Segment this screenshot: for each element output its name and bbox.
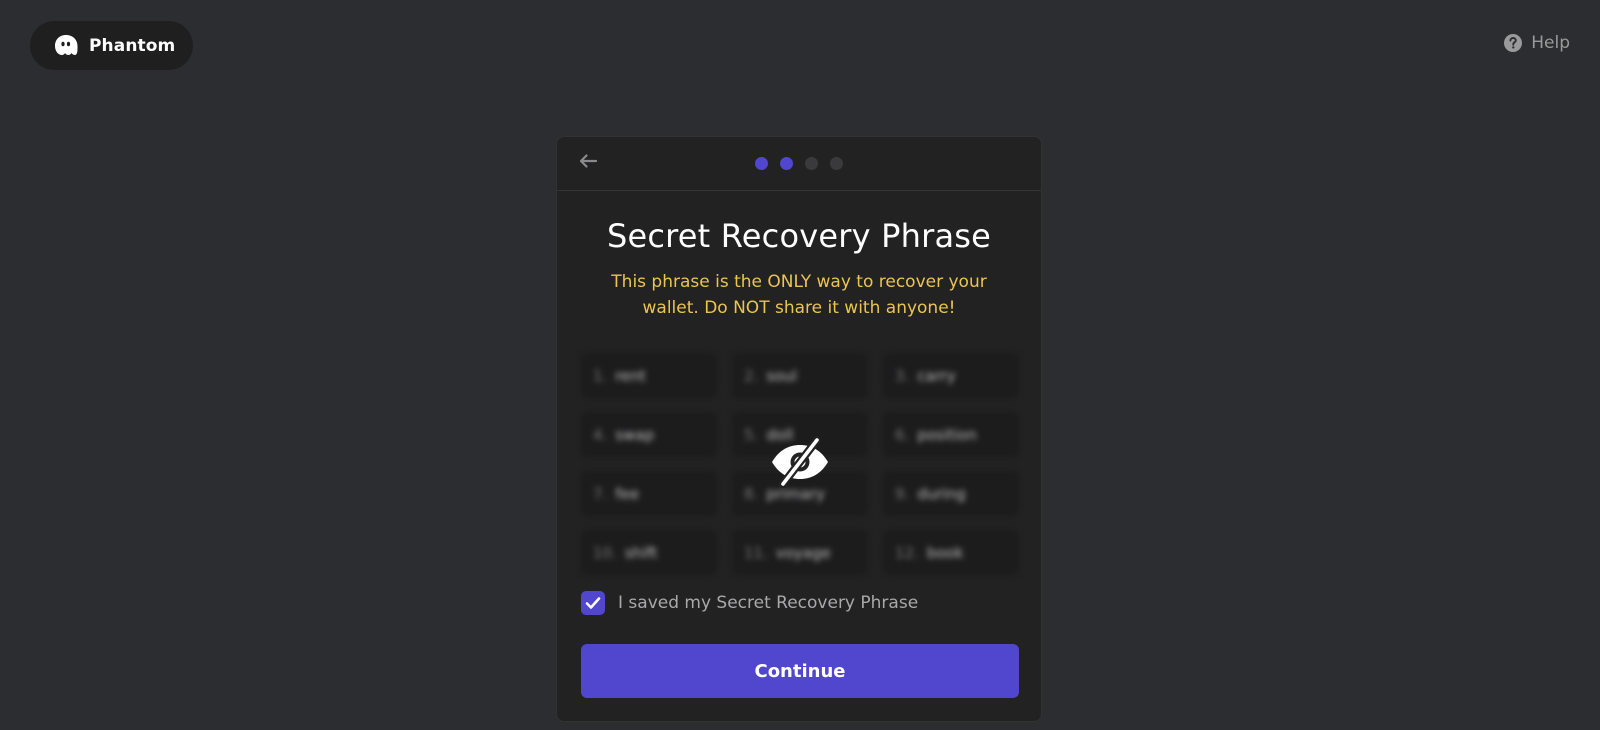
phrase-word: carry bbox=[917, 366, 956, 385]
phrase-word-number: 6. bbox=[895, 425, 910, 444]
phrase-word-cell: 6. position bbox=[883, 412, 1019, 457]
brand-name: Phantom bbox=[89, 35, 176, 56]
phrase-word-number: 9. bbox=[895, 484, 910, 503]
page-title: Secret Recovery Phrase bbox=[606, 217, 992, 255]
saved-phrase-label: I saved my Secret Recovery Phrase bbox=[618, 593, 919, 613]
phrase-word: fee bbox=[615, 484, 640, 503]
help-label: Help bbox=[1531, 33, 1570, 53]
brand-button[interactable]: Phantom bbox=[30, 21, 193, 70]
card-header bbox=[557, 137, 1041, 191]
phrase-word-cell: 7. fee bbox=[581, 471, 717, 516]
phrase-word-cell: 9. during bbox=[883, 471, 1019, 516]
reveal-phrase-button[interactable] bbox=[766, 435, 834, 493]
phrase-word: rent bbox=[615, 366, 646, 385]
phrase-word-number: 1. bbox=[593, 366, 608, 385]
phrase-word-cell: 4. swap bbox=[581, 412, 717, 457]
phrase-word: soul bbox=[766, 366, 797, 385]
step-indicator bbox=[557, 157, 1041, 170]
phrase-word-number: 10. bbox=[593, 543, 617, 562]
step-dot bbox=[755, 157, 768, 170]
phrase-word-cell: 10. shift bbox=[581, 530, 717, 575]
phrase-word-number: 5. bbox=[744, 425, 759, 444]
phrase-word-number: 2. bbox=[744, 366, 759, 385]
phrase-word-cell: 11. voyage bbox=[732, 530, 868, 575]
continue-button[interactable]: Continue bbox=[581, 644, 1019, 698]
step-dot bbox=[780, 157, 793, 170]
phrase-word-cell: 1. rent bbox=[581, 353, 717, 398]
eye-off-icon bbox=[769, 436, 831, 492]
phrase-word-number: 8. bbox=[744, 484, 759, 503]
warning-text: This phrase is the ONLY way to recover y… bbox=[611, 272, 987, 318]
phrase-word: during bbox=[917, 484, 966, 503]
phrase-word-number: 11. bbox=[744, 543, 768, 562]
saved-phrase-checkbox-row[interactable]: I saved my Secret Recovery Phrase bbox=[581, 591, 918, 615]
check-icon bbox=[585, 597, 601, 609]
phrase-word: voyage bbox=[775, 543, 831, 562]
step-dot bbox=[830, 157, 843, 170]
step-dot bbox=[805, 157, 818, 170]
onboarding-card: Secret Recovery Phrase This phrase is th… bbox=[556, 136, 1042, 722]
phantom-ghost-icon bbox=[52, 32, 80, 60]
phrase-word: book bbox=[926, 543, 964, 562]
phrase-word-cell: 2. soul bbox=[732, 353, 868, 398]
phrase-word: position bbox=[917, 425, 977, 444]
phrase-word-number: 4. bbox=[593, 425, 608, 444]
phrase-word-number: 7. bbox=[593, 484, 608, 503]
phrase-word: swap bbox=[615, 425, 655, 444]
phrase-word: shift bbox=[624, 543, 658, 562]
phrase-word-number: 12. bbox=[895, 543, 919, 562]
saved-phrase-checkbox[interactable] bbox=[581, 591, 605, 615]
recovery-phrase-grid: 1. rent 2. soul 3. carry 4. swap 5. doll 6. positio… bbox=[581, 353, 1019, 575]
help-link[interactable]: Help bbox=[1503, 33, 1570, 53]
help-circle-icon bbox=[1503, 33, 1523, 53]
phrase-word-cell: 12. book bbox=[883, 530, 1019, 575]
phrase-word-number: 3. bbox=[895, 366, 910, 385]
phrase-word-cell: 3. carry bbox=[883, 353, 1019, 398]
